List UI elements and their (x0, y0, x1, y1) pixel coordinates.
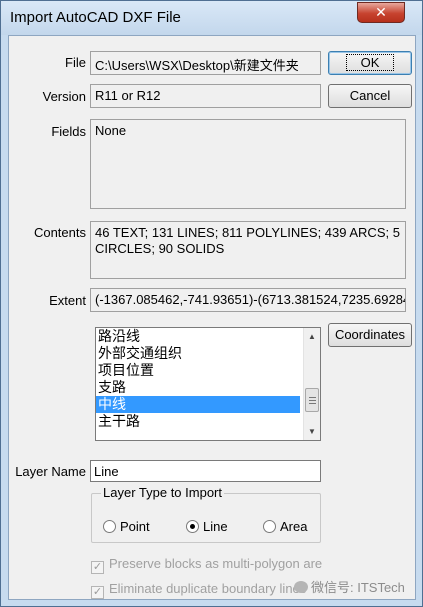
wechat-icon (294, 581, 308, 593)
radio-point-label: Point (120, 519, 150, 534)
layer-type-group-label: Layer Type to Import (101, 485, 224, 500)
contents-label: Contents (33, 225, 86, 240)
radio-area-label: Area (280, 519, 308, 534)
radio-area[interactable]: Area (263, 519, 307, 534)
version-field: R11 or R12 (90, 84, 321, 108)
checkmark-icon[interactable]: ✓ (91, 561, 104, 574)
eliminate-duplicates-label: Eliminate duplicate boundary lines (109, 581, 307, 596)
ok-button[interactable]: OK (328, 51, 412, 75)
close-button[interactable]: ✕ (357, 2, 405, 23)
eliminate-duplicates-checkbox[interactable]: ✓ Eliminate duplicate boundary lines (91, 581, 306, 599)
file-path-field: C:\Users\WSX\Desktop\新建文件夹 (90, 51, 321, 75)
watermark-text: 微信号: ITSTech (311, 580, 405, 595)
radio-point[interactable]: Point (103, 519, 150, 534)
close-icon: ✕ (375, 4, 387, 20)
ok-button-label: OK (345, 54, 395, 71)
layer-type-group: Layer Type to Import Point Line Area (91, 485, 321, 543)
contents-field: 46 TEXT; 131 LINES; 811 POLYLINES; 439 A… (90, 221, 406, 279)
fields-label: Fields (51, 124, 86, 139)
layer-name-input[interactable]: Line (90, 460, 321, 482)
version-label: Version (42, 89, 86, 104)
coordinates-button[interactable]: Coordinates (328, 323, 412, 347)
dialog-window: Import AutoCAD DXF File ✕ File C:\Users\… (0, 0, 423, 607)
watermark: 微信号: ITSTech (294, 577, 405, 596)
extent-field: (-1367.085462,-741.93651)-(6713.381524,7… (90, 288, 406, 312)
radio-point-circle[interactable] (103, 520, 116, 533)
list-item[interactable]: 项目位置 (96, 362, 300, 379)
radio-line-label: Line (203, 519, 228, 534)
file-label: File (65, 55, 86, 70)
scroll-up-icon[interactable]: ▲ (304, 328, 320, 345)
radio-line-circle[interactable] (186, 520, 199, 533)
checkmark-icon[interactable]: ✓ (91, 586, 104, 599)
layer-list[interactable]: 路沿线 外部交通组织 项目位置 支路 中线 主干路 ▲ ▼ (95, 327, 321, 441)
fields-field: None (90, 119, 406, 209)
list-item-selected[interactable]: 中线 (96, 396, 300, 413)
window-title: Import AutoCAD DXF File (10, 9, 181, 26)
list-item[interactable]: 主干路 (96, 413, 300, 430)
scrollbar-thumb[interactable] (305, 388, 319, 412)
title-bar[interactable]: Import AutoCAD DXF File ✕ (1, 1, 422, 35)
list-item[interactable]: 路沿线 (96, 328, 300, 345)
layer-name-label: Layer Name (15, 464, 86, 479)
radio-line[interactable]: Line (186, 519, 228, 534)
preserve-blocks-checkbox[interactable]: ✓ Preserve blocks as multi-polygon are (91, 556, 322, 574)
list-item[interactable]: 外部交通组织 (96, 345, 300, 362)
list-item[interactable]: 支路 (96, 379, 300, 396)
cancel-button[interactable]: Cancel (328, 84, 412, 108)
preserve-blocks-label: Preserve blocks as multi-polygon are (109, 556, 323, 571)
extent-label: Extent (49, 293, 86, 308)
scroll-down-icon[interactable]: ▼ (304, 423, 320, 440)
list-scrollbar[interactable]: ▲ ▼ (303, 328, 320, 440)
dialog-body: File C:\Users\WSX\Desktop\新建文件夹 OK Versi… (8, 35, 416, 600)
radio-area-circle[interactable] (263, 520, 276, 533)
